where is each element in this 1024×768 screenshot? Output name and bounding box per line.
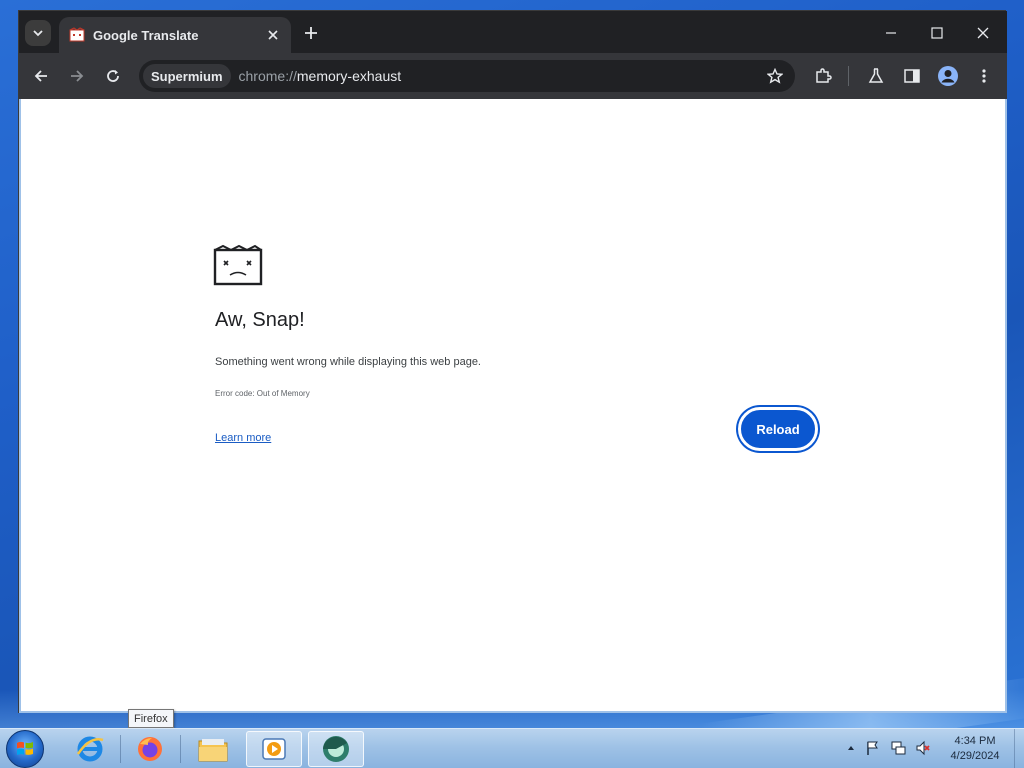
reload-toolbar-button[interactable]: [99, 62, 127, 90]
menu-button[interactable]: [970, 62, 998, 90]
star-icon: [767, 68, 783, 84]
plus-icon: [305, 27, 317, 39]
bookmark-button[interactable]: [763, 64, 787, 88]
taskbar-separator: [120, 735, 121, 763]
taskbar-firefox[interactable]: [122, 731, 178, 767]
puzzle-icon: [816, 68, 832, 83]
labs-button[interactable]: [862, 62, 890, 90]
kebab-menu-icon: [982, 69, 986, 83]
page-title: Aw, Snap!: [215, 309, 305, 331]
avatar-icon: [938, 66, 958, 86]
extensions-button[interactable]: [809, 62, 837, 90]
url-text: chrome://memory-exhaust: [239, 68, 402, 84]
start-button[interactable]: [6, 730, 44, 768]
internet-explorer-icon: [76, 736, 104, 762]
url-host: memory-exhaust: [296, 68, 402, 84]
volume-muted-icon: [916, 740, 930, 756]
url-scheme: chrome://: [238, 68, 297, 84]
network-icon: [891, 741, 906, 755]
tab-google-translate[interactable]: Google Translate: [59, 17, 291, 53]
error-code: Error code: Out of Memory: [215, 389, 310, 398]
clock-time: 4:34 PM: [954, 735, 996, 747]
profile-button[interactable]: [934, 62, 962, 90]
side-panel-button[interactable]: [898, 62, 926, 90]
windows-logo-icon: [17, 741, 33, 755]
title-bar: Google Translate: [19, 11, 1007, 53]
tab-search-button[interactable]: [25, 20, 51, 46]
taskbar-tooltip: Firefox: [128, 709, 174, 728]
chevron-up-icon: [848, 746, 854, 750]
arrow-left-icon: [34, 70, 47, 82]
forward-button[interactable]: [63, 62, 91, 90]
volume-button[interactable]: [914, 739, 932, 757]
action-center-button[interactable]: [864, 739, 882, 757]
learn-more-link[interactable]: Learn more: [215, 432, 271, 444]
clock-date: 4/29/2024: [950, 750, 1000, 762]
window-close-button[interactable]: [969, 19, 997, 47]
tab-close-button[interactable]: [265, 27, 281, 43]
minimize-icon: [886, 32, 896, 34]
tray-overflow-button[interactable]: [842, 739, 860, 757]
close-icon: [977, 27, 989, 39]
maximize-button[interactable]: [923, 19, 951, 47]
flask-icon: [868, 68, 884, 83]
maximize-icon: [931, 27, 943, 39]
close-icon: [268, 30, 278, 40]
minimize-button[interactable]: [877, 19, 905, 47]
tab-title: Google Translate: [93, 27, 199, 43]
taskbar-browser[interactable]: [308, 731, 364, 767]
browser-icon: [323, 736, 349, 762]
page-content: Aw, Snap! Something went wrong while dis…: [19, 99, 1007, 713]
address-bar[interactable]: Supermium chrome://memory-exhaust: [139, 60, 795, 92]
arrow-right-icon: [71, 70, 84, 82]
chevron-down-icon: [33, 30, 43, 37]
taskbar-internet-explorer[interactable]: [62, 731, 118, 767]
reload-button[interactable]: Reload: [738, 407, 818, 451]
site-chip[interactable]: Supermium: [143, 64, 231, 88]
taskbar: 4:34 PM 4/29/2024: [0, 728, 1024, 768]
browser-window: Google Translate Supermium chrome://memo…: [18, 10, 1007, 713]
side-panel-icon: [904, 69, 920, 83]
new-tab-button[interactable]: [301, 23, 321, 43]
taskbar-file-explorer[interactable]: [185, 731, 241, 767]
flag-icon: [867, 741, 878, 755]
clock[interactable]: 4:34 PM 4/29/2024: [940, 734, 1010, 764]
network-button[interactable]: [889, 739, 907, 757]
taskbar-separator: [180, 735, 181, 763]
sad-tab-favicon-icon: [69, 27, 85, 42]
show-desktop-button[interactable]: [1014, 729, 1024, 768]
taskbar-media-player[interactable]: [246, 731, 302, 767]
toolbar-divider: [848, 66, 849, 86]
firefox-icon: [138, 737, 162, 761]
sad-tab-icon: [213, 244, 263, 286]
file-explorer-icon: [198, 739, 228, 762]
error-message: Something went wrong while displaying th…: [215, 356, 481, 368]
back-button[interactable]: [27, 62, 55, 90]
refresh-icon: [107, 70, 119, 82]
media-player-icon: [262, 738, 286, 760]
toolbar: Supermium chrome://memory-exhaust: [19, 53, 1007, 99]
